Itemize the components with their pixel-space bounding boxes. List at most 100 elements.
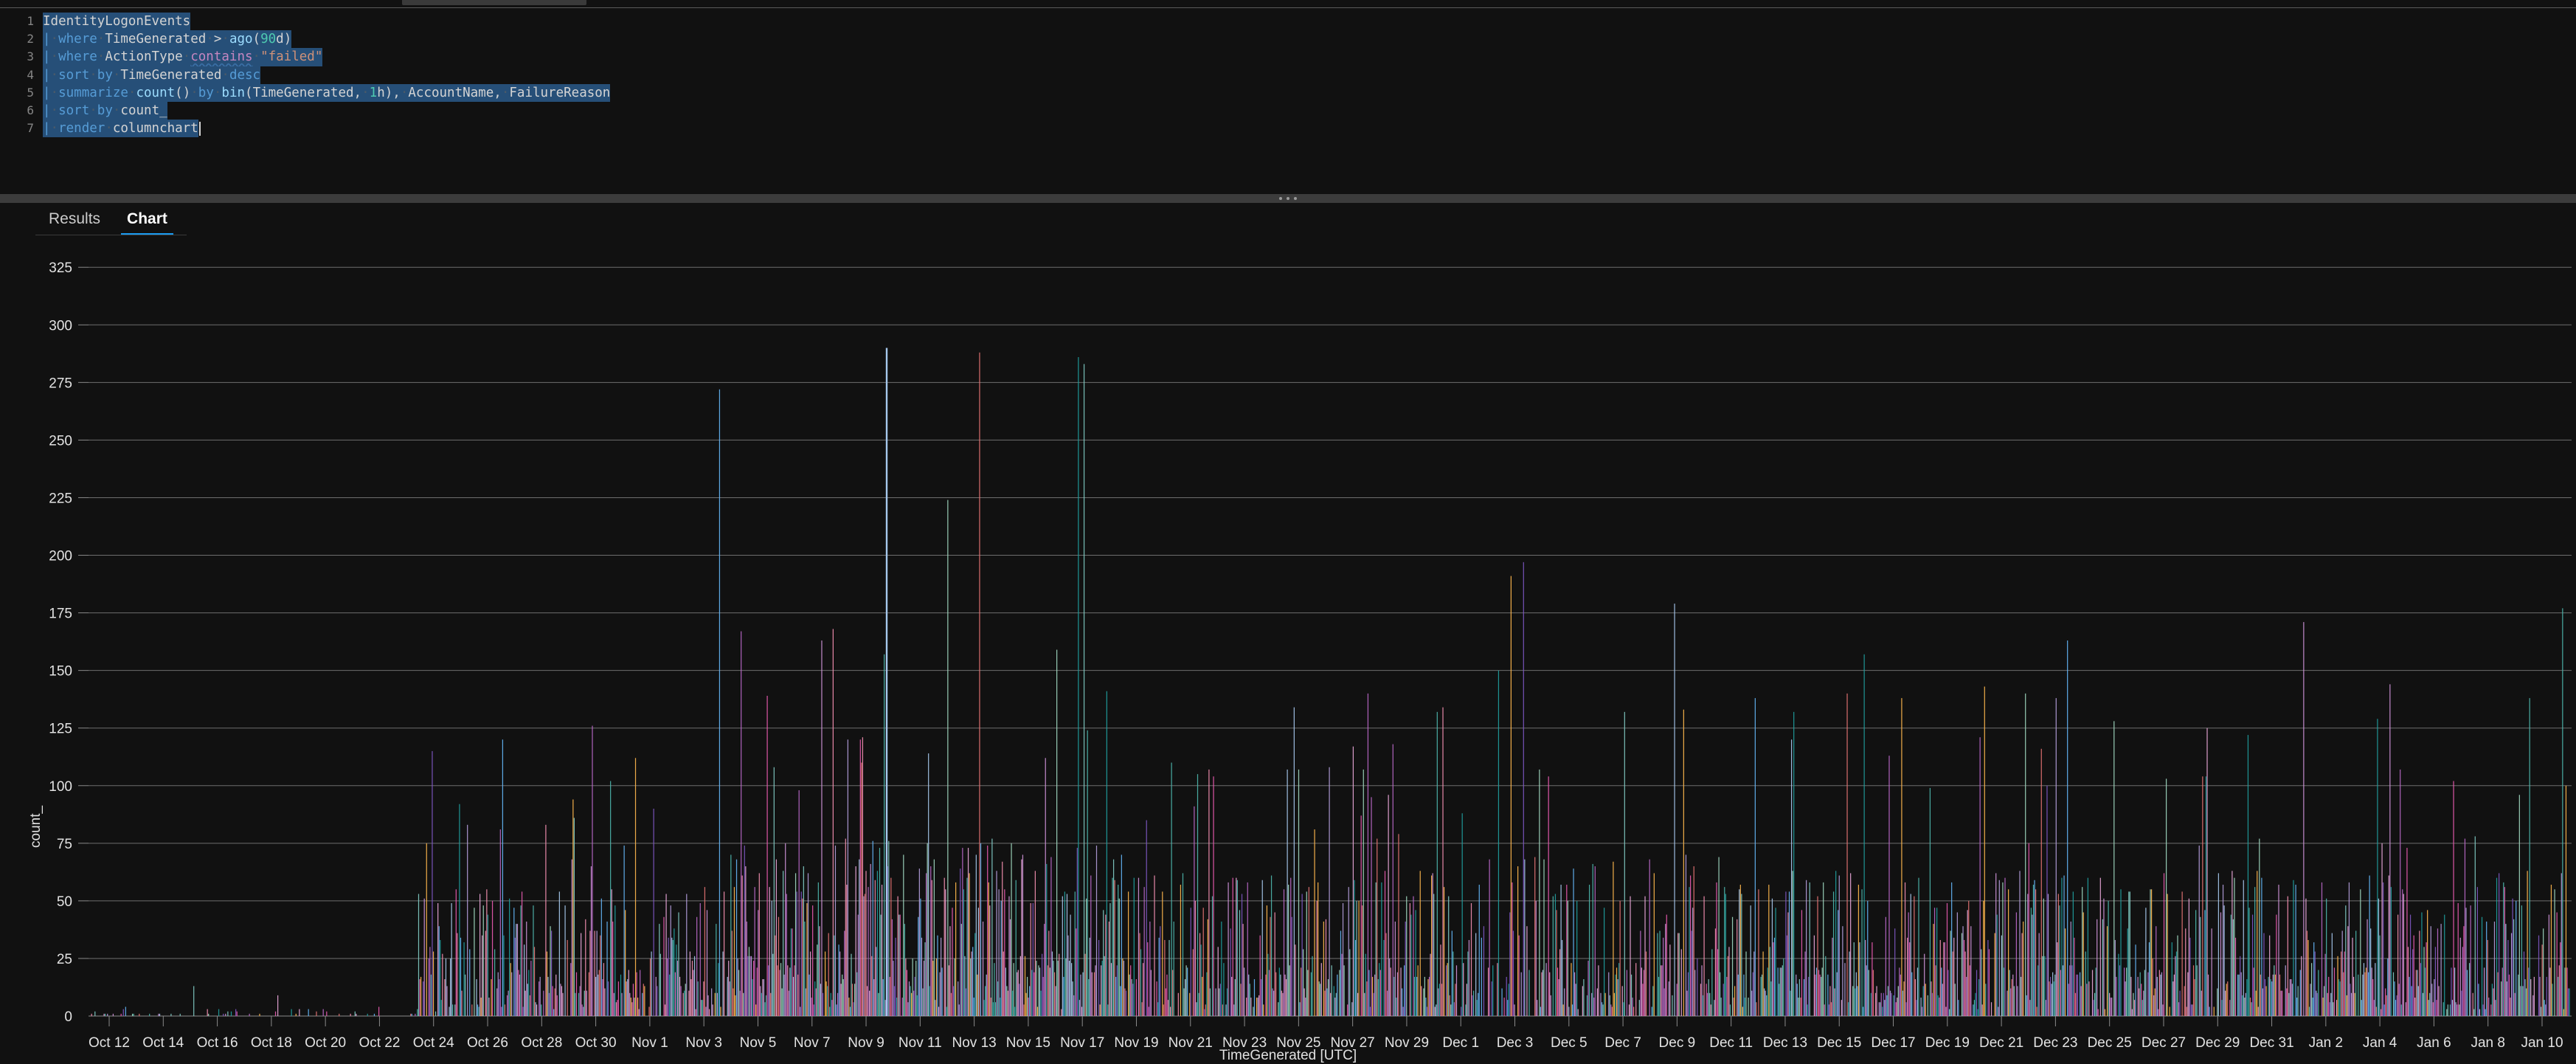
chart-bar[interactable] <box>882 979 884 1016</box>
chart-bar[interactable] <box>2446 1009 2448 1016</box>
chart-bar[interactable] <box>2379 935 2381 1016</box>
chart-bar[interactable] <box>891 919 893 1016</box>
chart-bar[interactable] <box>2263 933 2265 1016</box>
chart-bar[interactable] <box>1087 730 1088 1016</box>
chart-bar[interactable] <box>1265 974 1267 1016</box>
chart-bar[interactable] <box>2042 956 2043 1016</box>
chart-bar[interactable] <box>1112 859 1115 1016</box>
chart-bar[interactable] <box>179 1013 181 1016</box>
chart-bar[interactable] <box>2145 908 2147 1016</box>
chart-bar[interactable] <box>862 737 864 1016</box>
chart-bar[interactable] <box>2436 1000 2437 1016</box>
chart-bar[interactable] <box>107 1013 108 1016</box>
chart-bar[interactable] <box>1878 1002 1880 1016</box>
chart-bar[interactable] <box>1045 758 1046 1016</box>
chart-bar[interactable] <box>755 1004 757 1016</box>
chart-bar[interactable] <box>1095 845 1098 1016</box>
chart-bar[interactable] <box>562 992 564 1016</box>
chart-bar[interactable] <box>1773 937 1776 1016</box>
chart-bar[interactable] <box>1078 1000 1081 1016</box>
chart-bar[interactable] <box>649 958 651 1016</box>
chart-bar[interactable] <box>728 961 730 1016</box>
column-chart-plot[interactable]: 25 50 75 100 125 150 175 200 225 250 275 300 325 0 Oct… <box>0 235 2576 1063</box>
chart-bar[interactable] <box>2308 1006 2310 1016</box>
chart-bar[interactable] <box>895 937 896 1016</box>
chart-bar[interactable] <box>1902 990 1904 1016</box>
chart-bar[interactable] <box>461 990 463 1016</box>
chart-bar[interactable] <box>1541 972 1543 1016</box>
chart-bar[interactable] <box>1987 939 1989 1016</box>
chart-bar[interactable] <box>463 942 465 1016</box>
chart-bar[interactable] <box>426 843 427 1016</box>
chart-bar[interactable] <box>1863 654 1865 1016</box>
chart-bar[interactable] <box>1827 974 1829 1016</box>
chart-bar[interactable] <box>600 898 602 1016</box>
chart-bar[interactable] <box>2347 926 2349 1016</box>
chart-bar[interactable] <box>1330 992 1332 1016</box>
chart-bar[interactable] <box>2085 951 2086 1016</box>
chart-bar[interactable] <box>859 739 861 1016</box>
chart-bar[interactable] <box>2124 967 2125 1016</box>
chart-bar[interactable] <box>2538 935 2540 1016</box>
chart-bar[interactable] <box>91 1013 92 1016</box>
chart-bar[interactable] <box>452 1004 454 1016</box>
chart-bar[interactable] <box>2144 970 2145 1016</box>
chart-bar[interactable] <box>815 988 817 1016</box>
chart-bar[interactable] <box>1734 986 1736 1016</box>
chart-bar[interactable] <box>997 981 999 1016</box>
chart-bar[interactable] <box>1977 1009 1978 1016</box>
chart-bar[interactable] <box>1925 984 1926 1016</box>
chart-bar[interactable] <box>1149 921 1151 1016</box>
chart-bar[interactable] <box>2301 956 2302 1016</box>
chart-bar[interactable] <box>1558 979 1559 1016</box>
chart-bar[interactable] <box>1711 949 1713 1016</box>
chart-bar[interactable] <box>519 974 521 1016</box>
chart-bar[interactable] <box>1164 939 1166 1016</box>
chart-bar[interactable] <box>1669 944 1671 1016</box>
chart-bar[interactable] <box>2126 967 2127 1016</box>
chart-bar[interactable] <box>533 947 536 1016</box>
chart-bar[interactable] <box>2361 1000 2362 1016</box>
chart-bar[interactable] <box>2074 992 2077 1016</box>
chart-bar[interactable] <box>2289 979 2291 1016</box>
chart-bar[interactable] <box>485 930 486 1016</box>
chart-bar[interactable] <box>1383 939 1385 1016</box>
chart-bar[interactable] <box>573 818 575 1016</box>
chart-bar[interactable] <box>1351 1002 1353 1016</box>
chart-bar[interactable] <box>2482 1004 2484 1016</box>
chart-bar[interactable] <box>1369 1006 1371 1016</box>
chart-bar[interactable] <box>1138 877 1140 1016</box>
chart-bar[interactable] <box>2043 898 2044 1016</box>
chart-bar[interactable] <box>686 894 688 1016</box>
chart-bar[interactable] <box>1334 998 1336 1016</box>
chart-bar[interactable] <box>1341 953 1343 1016</box>
chart-bar[interactable] <box>1031 970 1033 1016</box>
chart-bar[interactable] <box>516 924 519 1016</box>
chart-bar[interactable] <box>901 998 903 1016</box>
chart-bar[interactable] <box>1760 976 1762 1016</box>
chart-bar[interactable] <box>783 974 785 1016</box>
chart-bar[interactable] <box>159 1013 161 1016</box>
chart-bar[interactable] <box>2177 935 2178 1016</box>
chart-bar[interactable] <box>809 951 811 1016</box>
chart-bar[interactable] <box>1364 992 1365 1016</box>
chart-bar[interactable] <box>1209 988 1211 1016</box>
chart-bar[interactable] <box>1202 908 1204 1016</box>
tab-chart[interactable]: Chart <box>114 210 181 235</box>
chart-bar[interactable] <box>2063 875 2065 1016</box>
chart-bar[interactable] <box>2240 972 2242 1016</box>
chart-bar[interactable] <box>2518 795 2520 1016</box>
chart-bar[interactable] <box>1272 988 1273 1016</box>
chart-bar[interactable] <box>2173 974 2175 1016</box>
chart-bar[interactable] <box>1424 976 1425 1016</box>
chart-bar[interactable] <box>979 352 980 1016</box>
chart-bar[interactable] <box>510 963 511 1016</box>
chart-bar[interactable] <box>714 992 716 1016</box>
chart-bar[interactable] <box>1139 933 1140 1016</box>
chart-bar[interactable] <box>1725 894 1726 1016</box>
chart-bar[interactable] <box>1543 859 1545 1016</box>
chart-bar[interactable] <box>1099 1004 1101 1016</box>
chart-bar[interactable] <box>1770 981 1772 1016</box>
chart-bar[interactable] <box>460 937 462 1016</box>
chart-bar[interactable] <box>910 992 913 1016</box>
